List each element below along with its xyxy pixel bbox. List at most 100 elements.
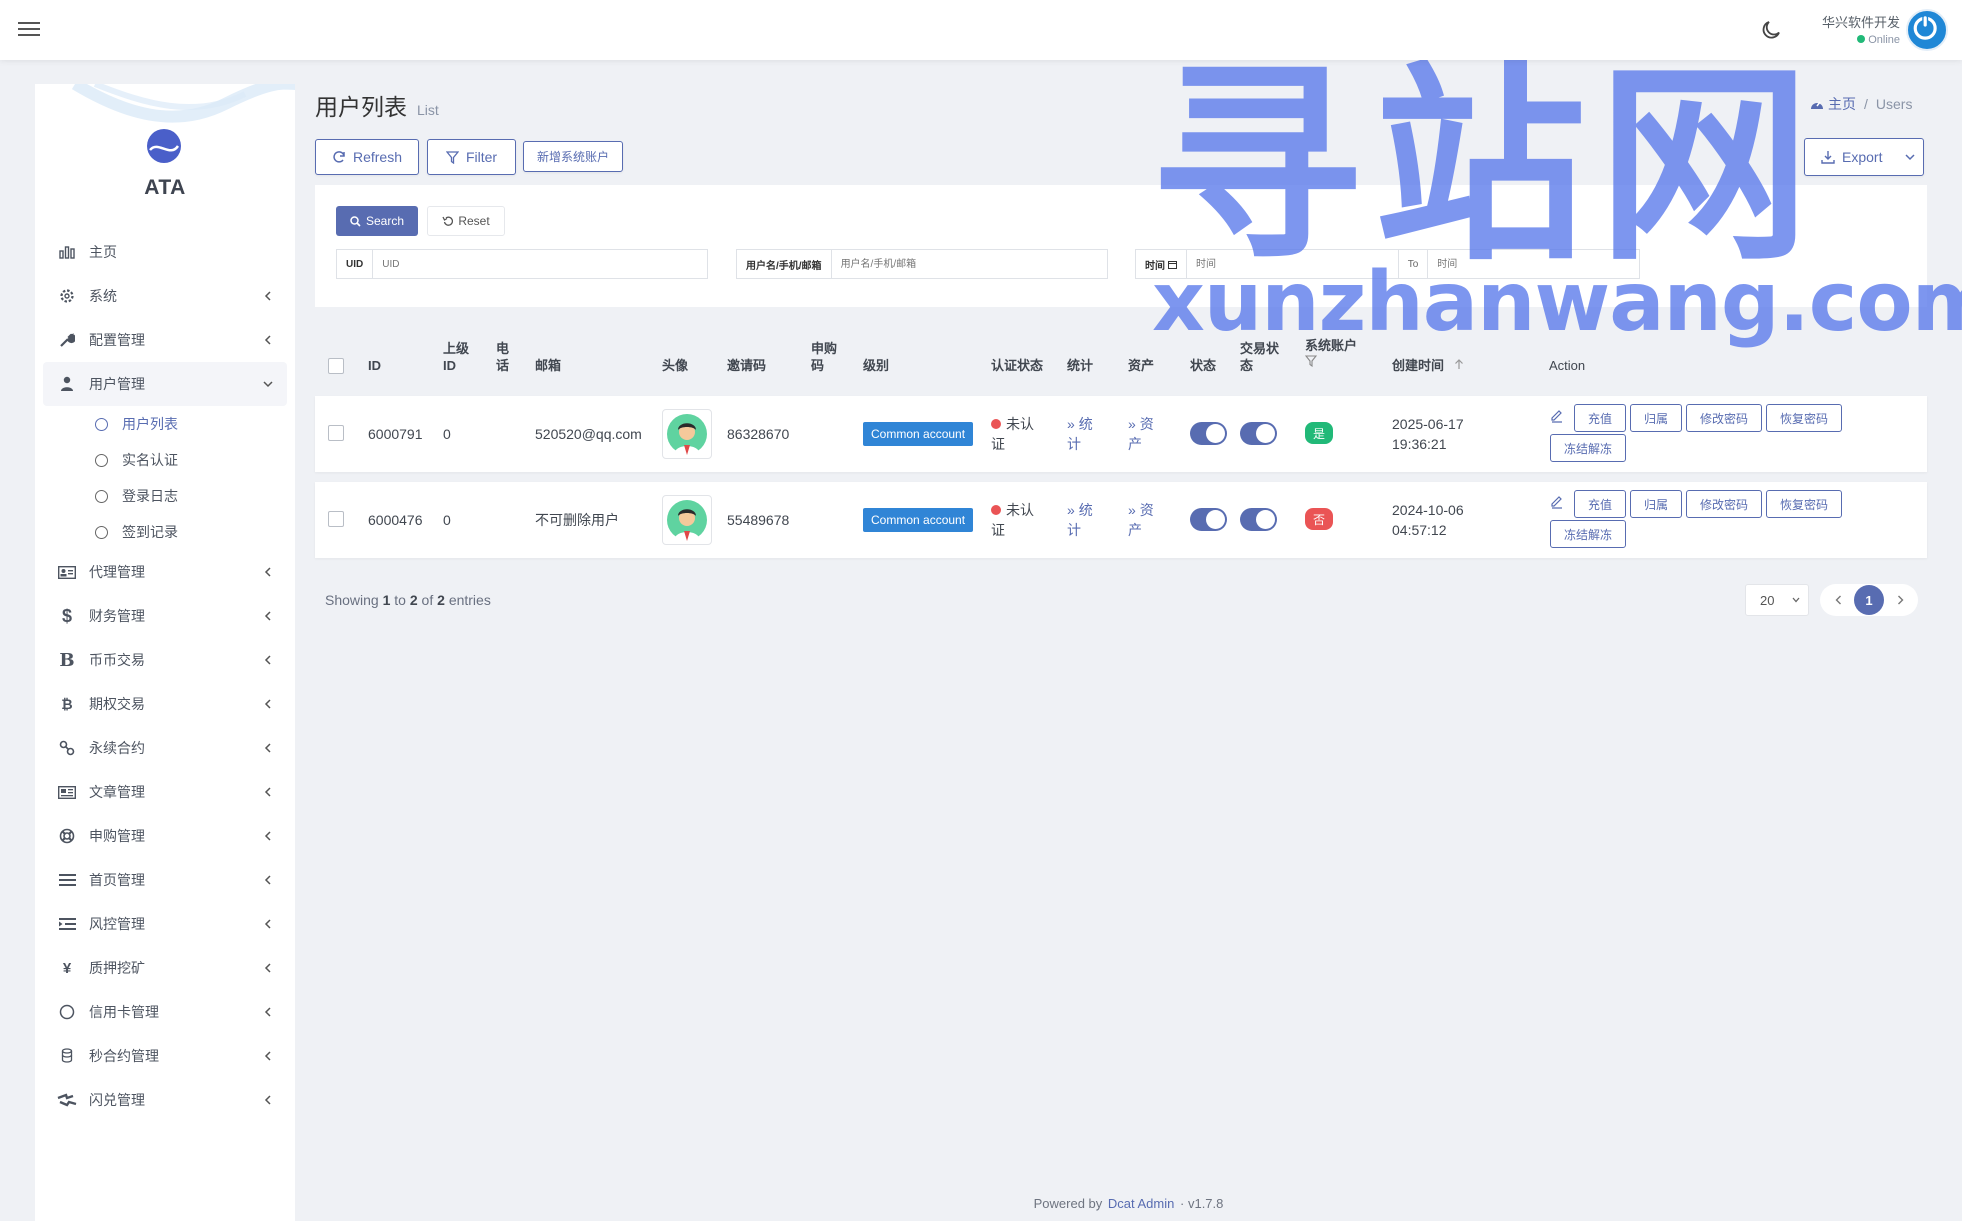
select-all-checkbox[interactable] <box>328 358 344 374</box>
sidebar-item-home[interactable]: 主页 <box>43 230 287 274</box>
wrench-icon <box>57 330 77 350</box>
watermark-text-cn: 寻站网 <box>1150 42 1822 289</box>
sidebar-item-label: 秒合约管理 <box>89 1048 159 1064</box>
next-page-button[interactable] <box>1888 588 1912 612</box>
stats-link[interactable]: » 统计 <box>1067 414 1093 454</box>
sidebar-item-second-contract[interactable]: 秒合约管理 <box>43 1034 287 1078</box>
dcat-admin-link[interactable]: Dcat Admin <box>1108 1196 1174 1211</box>
reset-password-button[interactable]: 恢复密码 <box>1766 490 1842 518</box>
breadcrumb: 主页 / Users <box>1810 94 1912 114</box>
recharge-button[interactable]: 充值 <box>1574 404 1626 432</box>
refresh-button[interactable]: Refresh <box>315 139 419 175</box>
cell-verify-status: 未认证 <box>991 502 1034 538</box>
row-checkbox[interactable] <box>328 511 344 527</box>
sidebar-item-homepage[interactable]: 首页管理 <box>43 858 287 902</box>
status-toggle[interactable] <box>1190 508 1227 531</box>
sidebar-subitem-login-log[interactable]: 登录日志 <box>43 478 287 514</box>
status-dot <box>991 419 1001 429</box>
add-system-account-button[interactable]: 新增系统账户 <box>523 141 623 172</box>
chevron-right-icon <box>1897 595 1903 605</box>
assets-link[interactable]: » 资产 <box>1128 414 1154 454</box>
search-icon <box>350 215 361 227</box>
chevron-down-icon <box>261 377 275 391</box>
trade-status-toggle[interactable] <box>1240 508 1277 531</box>
brand-logo-icon <box>147 129 181 163</box>
sidebar-item-credit-card[interactable]: 信用卡管理 <box>43 990 287 1034</box>
export-button[interactable]: Export <box>1804 138 1924 176</box>
chevron-left-icon <box>261 697 275 711</box>
list-icon <box>57 870 77 890</box>
uid-input[interactable] <box>373 250 707 278</box>
sidebar-item-options[interactable]: ₿ 期权交易 <box>43 682 287 726</box>
filter-icon[interactable] <box>1304 355 1318 368</box>
user-search-input[interactable] <box>831 250 1107 278</box>
sidebar-item-config[interactable]: 配置管理 <box>43 318 287 362</box>
row-checkbox[interactable] <box>328 425 344 441</box>
user-avatar[interactable] <box>1906 9 1948 51</box>
menu-toggle-icon[interactable] <box>18 18 40 40</box>
sidebar-item-risk[interactable]: 风控管理 <box>43 902 287 946</box>
double-chevron-icon: » <box>1067 502 1079 518</box>
chevron-left-icon <box>261 1049 275 1063</box>
belong-button[interactable]: 归属 <box>1630 404 1682 432</box>
double-chevron-icon: » <box>1067 416 1079 432</box>
reset-password-button[interactable]: 恢复密码 <box>1766 404 1842 432</box>
sidebar-item-agent[interactable]: 代理管理 <box>43 550 287 594</box>
per-page-select[interactable]: 20 <box>1745 584 1809 616</box>
cell-verify-status: 未认证 <box>991 416 1034 452</box>
status-dot <box>991 505 1001 515</box>
sidebar-subitem-user-list[interactable]: 用户列表 <box>43 406 287 442</box>
dark-mode-icon[interactable] <box>1759 18 1783 42</box>
prev-page-button[interactable] <box>1826 588 1850 612</box>
sidebar-item-users[interactable]: 用户管理 <box>43 362 287 406</box>
user-status: Online <box>1800 34 1900 46</box>
cell-parent-id: 0 <box>443 426 451 442</box>
filter-button[interactable]: Filter <box>427 139 516 175</box>
user-info[interactable]: 华兴软件开发 Online <box>1800 12 1900 46</box>
life-ring-icon <box>57 826 77 846</box>
sidebar-item-label: 风控管理 <box>89 916 145 932</box>
edit-icon[interactable] <box>1549 493 1565 509</box>
assets-link[interactable]: » 资产 <box>1128 500 1154 540</box>
sidebar-item-system[interactable]: 系统 <box>43 274 287 318</box>
double-chevron-icon: » <box>1128 416 1140 432</box>
sidebar-item-flash-exchange[interactable]: 闪兑管理 <box>43 1078 287 1122</box>
sidebar-subitem-checkin[interactable]: 签到记录 <box>43 514 287 550</box>
change-password-button[interactable]: 修改密码 <box>1686 490 1762 518</box>
freeze-button[interactable]: 冻结解冻 <box>1550 434 1626 462</box>
pagination: 1 <box>1820 584 1918 616</box>
page-1-button[interactable]: 1 <box>1854 585 1884 615</box>
col-avatar: 头像 <box>662 358 689 373</box>
edit-icon[interactable] <box>1549 407 1565 423</box>
coins-icon <box>57 1046 77 1066</box>
sidebar-subitem-verification[interactable]: 实名认证 <box>43 442 287 478</box>
uid-label: UID <box>337 250 374 278</box>
recharge-button[interactable]: 充值 <box>1574 490 1626 518</box>
chevron-left-icon <box>261 873 275 887</box>
chevron-left-icon <box>261 917 275 931</box>
change-password-button[interactable]: 修改密码 <box>1686 404 1762 432</box>
sidebar-item-perpetual[interactable]: 永续合约 <box>43 726 287 770</box>
export-dropdown-toggle[interactable] <box>1897 139 1923 175</box>
sidebar-item-subscription[interactable]: 申购管理 <box>43 814 287 858</box>
sidebar-item-label: 闪兑管理 <box>89 1092 145 1108</box>
col-created-at[interactable]: 创建时间 <box>1392 357 1464 374</box>
search-button[interactable]: Search <box>336 206 418 236</box>
sidebar-item-label: 质押挖矿 <box>89 960 145 976</box>
freeze-button[interactable]: 冻结解冻 <box>1550 520 1626 548</box>
circle-icon <box>95 525 108 539</box>
sidebar-item-spot-trading[interactable]: B 币币交易 <box>43 638 287 682</box>
status-toggle[interactable] <box>1190 422 1227 445</box>
stats-link[interactable]: » 统计 <box>1067 500 1093 540</box>
online-dot <box>1857 35 1866 43</box>
sidebar-item-label: 财务管理 <box>89 608 145 624</box>
reset-button[interactable]: Reset <box>427 206 505 236</box>
sidebar-item-articles[interactable]: 文章管理 <box>43 770 287 814</box>
trade-status-toggle[interactable] <box>1240 422 1277 445</box>
sidebar-item-staking[interactable]: ¥ 质押挖矿 <box>43 946 287 990</box>
sidebar-item-finance[interactable]: $ 财务管理 <box>43 594 287 638</box>
col-level: 级别 <box>863 358 890 373</box>
undo-icon <box>442 216 454 226</box>
chevron-left-icon <box>261 565 275 579</box>
belong-button[interactable]: 归属 <box>1630 490 1682 518</box>
